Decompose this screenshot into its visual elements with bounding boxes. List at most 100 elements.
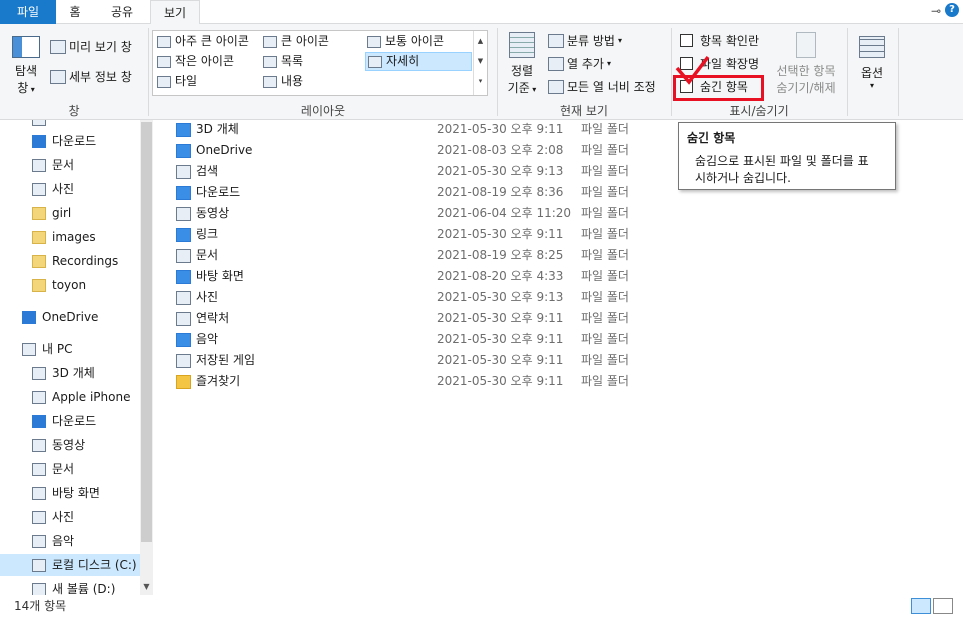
download-icon [176, 185, 191, 200]
layout-list[interactable]: 목록 [261, 52, 303, 71]
nav-item[interactable]: 내 PC [22, 338, 72, 360]
nav-item[interactable]: 다운로드📌 [32, 130, 96, 152]
navigation-pane-button[interactable]: 탐색 창 ▾ [8, 34, 44, 96]
nav-item-label: Apple iPhone [52, 390, 131, 404]
nav-item[interactable]: 문서📌 [32, 154, 74, 176]
file-name: 사진 [196, 290, 219, 304]
phone-icon [32, 390, 46, 404]
tab-home[interactable]: 홈 [56, 0, 94, 24]
nav-item[interactable]: 바탕 화면 [32, 482, 100, 504]
chevron-down-icon[interactable]: ▼ [140, 580, 153, 593]
preview-pane-button[interactable]: 미리 보기 창 [50, 38, 132, 55]
file-row[interactable]: 다운로드 2021-08-19 오후 8:36 파일 폴더 [176, 182, 646, 203]
nav-item[interactable]: 문서 [32, 458, 74, 480]
large-icons-view-icon[interactable] [933, 598, 953, 614]
file-row[interactable]: 문서 2021-08-19 오후 8:25 파일 폴더 [176, 245, 646, 266]
sort-by-label-2: 기준 [507, 81, 530, 95]
document-icon [32, 462, 46, 476]
nav-scrollbar-thumb[interactable] [141, 122, 152, 542]
layout-small-icons[interactable]: 작은 아이콘 [155, 52, 234, 71]
nav-item[interactable]: 3D 개체 [32, 362, 95, 384]
gallery-expand-icon[interactable]: ▾ [474, 71, 487, 91]
nav-item[interactable]: 새 볼륨 (D:) [32, 578, 115, 595]
layout-details[interactable]: 자세히 [365, 52, 472, 71]
add-columns-button[interactable]: 열 추가 ▾ [548, 55, 611, 72]
item-check-boxes-label: 항목 확인란 [700, 34, 760, 48]
tiles-icon [157, 75, 171, 88]
file-name: 3D 개체 [196, 122, 239, 136]
layout-medium-icons[interactable]: 보통 아이콘 [365, 32, 444, 51]
file-row[interactable]: 사진 2021-05-30 오후 9:13 파일 폴더 [176, 287, 646, 308]
item-check-boxes-toggle[interactable]: 항목 확인란 [680, 32, 759, 49]
pictures-icon [32, 510, 46, 524]
item-check-boxes-checkbox[interactable] [680, 34, 693, 47]
nav-item-label: 로컬 디스크 (C:) [52, 558, 137, 572]
ribbon-separator [847, 28, 848, 116]
file-row[interactable]: 연락처 2021-05-30 오후 9:11 파일 폴더 [176, 308, 646, 329]
nav-item[interactable]: images [32, 226, 96, 248]
file-row[interactable]: 즐겨찾기 2021-05-30 오후 9:11 파일 폴더 [176, 371, 646, 392]
gallery-scrollbar[interactable]: ▲ ▼ ▾ [473, 31, 487, 95]
sort-by-button[interactable]: 정렬 기준 ▾ [502, 32, 542, 96]
nav-item[interactable]: 사진 [32, 506, 74, 528]
nav-item[interactable]: 동영상 [32, 434, 85, 456]
tooltip-line: 시하거나 숨깁니다. [695, 171, 791, 185]
file-row[interactable]: 저장된 게임 2021-05-30 오후 9:11 파일 폴더 [176, 350, 646, 371]
nav-item[interactable]: 로컬 디스크 (C:) [0, 554, 140, 576]
layout-large-icons[interactable]: 큰 아이콘 [261, 32, 329, 51]
layout-content[interactable]: 내용 [261, 72, 303, 91]
download-icon [32, 414, 46, 428]
large-icons-icon [263, 35, 277, 48]
file-list: 3D 개체 2021-05-30 오후 9:11 파일 폴더 OneDrive 2021… [153, 120, 963, 595]
file-row[interactable]: 링크 2021-05-30 오후 9:11 파일 폴더 [176, 224, 646, 245]
nav-item-partial[interactable] [32, 120, 46, 130]
hide-selected-items-button[interactable]: 선택한 항목 숨기기/해제 [770, 32, 842, 96]
file-name-cell: 즐겨찾기 [176, 371, 240, 392]
nav-item[interactable]: 음악 [32, 530, 74, 552]
nav-item[interactable]: toyon [32, 274, 86, 296]
file-row[interactable]: 3D 개체 2021-05-30 오후 9:11 파일 폴더 [176, 119, 646, 140]
options-button[interactable]: 옵션 ▾ [852, 36, 892, 90]
ribbon-separator [898, 28, 899, 116]
details-icon [368, 55, 382, 68]
nav-item-label: 내 PC [42, 342, 73, 356]
file-name: 바탕 화면 [196, 269, 244, 283]
nav-item[interactable]: OneDrive [22, 306, 98, 328]
tab-share[interactable]: 공유 [94, 0, 150, 24]
chevron-down-icon[interactable]: ▼ [474, 51, 487, 71]
file-row[interactable]: 음악 2021-05-30 오후 9:11 파일 폴더 [176, 329, 646, 350]
pin-icon[interactable]: ⊸ [931, 4, 941, 18]
nav-item[interactable]: 다운로드 [32, 410, 96, 432]
file-row[interactable]: 바탕 화면 2021-08-20 오후 4:33 파일 폴더 [176, 266, 646, 287]
layout-tiles[interactable]: 타일 [155, 72, 197, 91]
layout-item-label: 큰 아이콘 [281, 34, 329, 48]
file-date: 2021-05-30 오후 9:11 [437, 122, 564, 136]
layout-extra-large-icons[interactable]: 아주 큰 아이콘 [155, 32, 249, 51]
details-pane-button[interactable]: 세부 정보 창 [50, 68, 132, 85]
details-view-icon[interactable] [911, 598, 931, 614]
group-by-button[interactable]: 분류 방법 ▾ [548, 32, 622, 49]
file-row[interactable]: 동영상 2021-06-04 오후 11:20 파일 폴더 [176, 203, 646, 224]
file-name: 링크 [196, 227, 219, 241]
file-date: 2021-05-30 오후 9:11 [437, 374, 564, 388]
details-pane-label: 세부 정보 창 [69, 70, 132, 84]
chevron-down-icon: ▾ [617, 36, 622, 45]
nav-item[interactable]: 사진📌 [32, 178, 74, 200]
nav-item[interactable]: Recordings [32, 250, 118, 272]
file-type: 파일 폴더 [581, 311, 629, 325]
nav-item-label: 사진 [52, 510, 75, 524]
nav-item-label: 문서 [52, 158, 75, 172]
file-type: 파일 폴더 [581, 206, 629, 220]
tab-view[interactable]: 보기 [150, 0, 200, 25]
help-icon[interactable]: ? [945, 3, 959, 17]
size-all-columns-button[interactable]: 모든 열 너비 조정 [548, 78, 656, 95]
file-row[interactable]: 검색 2021-05-30 오후 9:13 파일 폴더 [176, 161, 646, 182]
chevron-up-icon[interactable]: ▲ [474, 31, 487, 51]
nav-item[interactable]: girl [32, 202, 71, 224]
file-row[interactable]: OneDrive 2021-08-03 오후 2:08 파일 폴더 [176, 140, 646, 161]
tab-file[interactable]: 파일 [0, 0, 56, 24]
file-name-cell: 바탕 화면 [176, 266, 244, 287]
file-type: 파일 폴더 [581, 290, 629, 304]
nav-item[interactable]: Apple iPhone [32, 386, 130, 408]
desktop-icon [176, 269, 191, 284]
